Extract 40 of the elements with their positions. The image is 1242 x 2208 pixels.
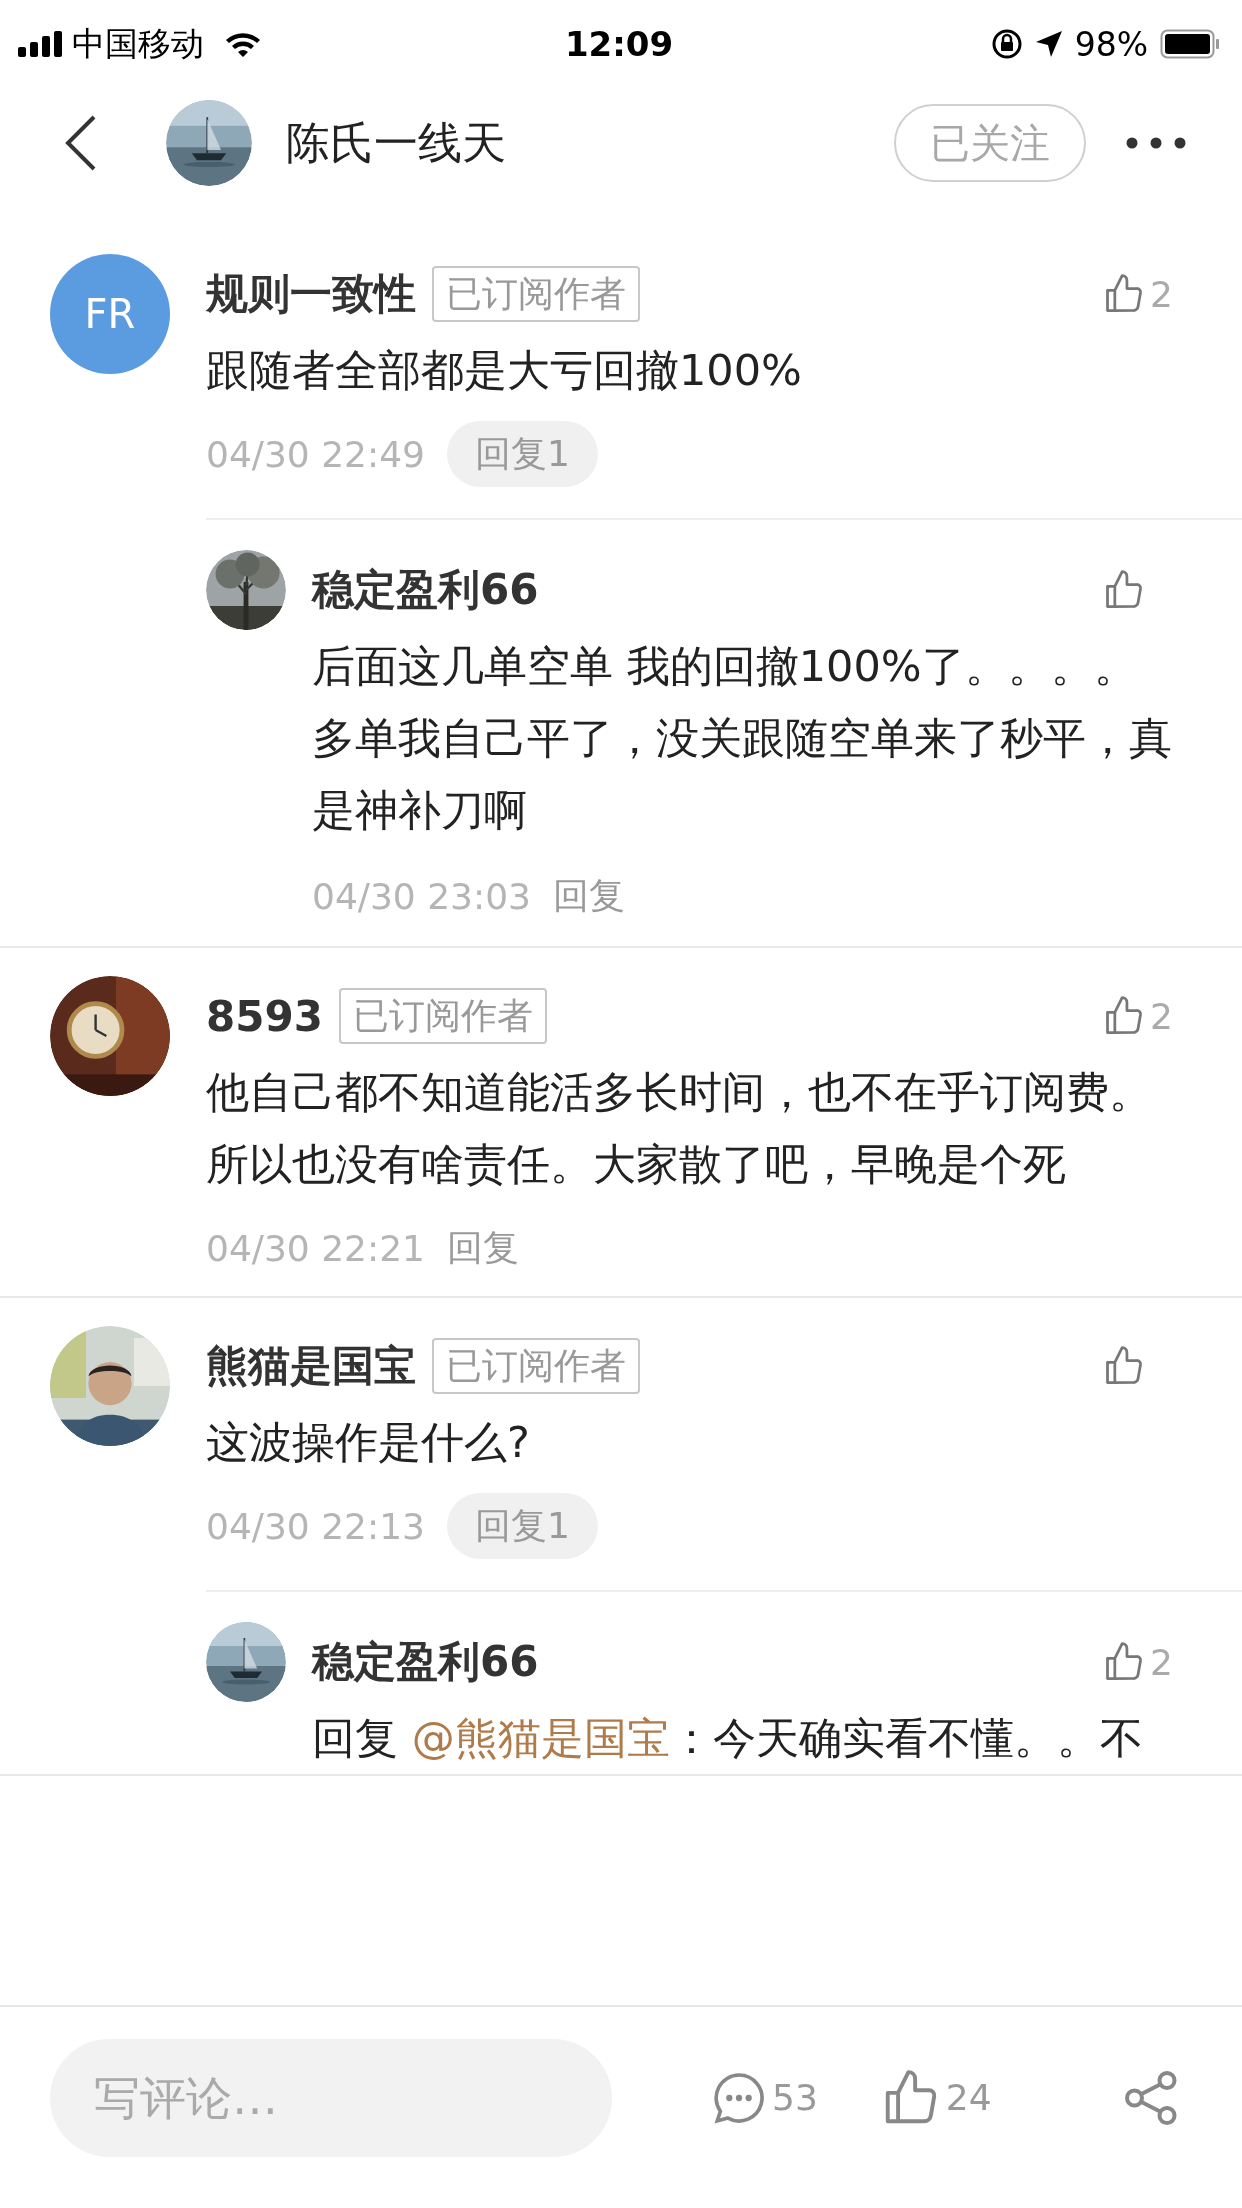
reply-button[interactable]: 回复 (446, 1223, 519, 1273)
more-icon[interactable] (1126, 137, 1186, 149)
comment-count: 53 (772, 2077, 818, 2118)
wifi-icon (224, 30, 262, 58)
follow-button[interactable]: 已关注 (894, 104, 1086, 182)
subscriber-badge: 已订阅作者 (432, 266, 640, 322)
comment-time: 04/30 22:13 (206, 1505, 425, 1547)
comment-text: 跟随者全部都是大亏回撤100% (206, 344, 803, 397)
like-count: 2 (1150, 1641, 1173, 1683)
clock-time: 12:09 (564, 24, 674, 64)
reply-button[interactable]: 回复1 (446, 1493, 598, 1559)
subscriber-badge: 已订阅作者 (432, 1338, 640, 1394)
user-name: 8593 (206, 991, 323, 1041)
user-name: 规则一致性 (206, 268, 416, 320)
subscriber-badge: 已订阅作者 (338, 988, 547, 1044)
like-count: 2 (1150, 273, 1173, 315)
reply-text: 回复 @熊猫是国宝：今天确实看不懂。。不 (312, 1712, 1144, 1765)
reply-button[interactable]: 回复1 (446, 421, 598, 487)
reply-button[interactable]: 回复 (552, 871, 625, 921)
comment-text: 这波操作是什么? (206, 1416, 531, 1469)
comment-time: 04/30 23:03 (312, 875, 531, 917)
user-name: 稳定盈利66 (312, 564, 539, 616)
carrier-name: 中国移动 (72, 22, 204, 65)
signal-icon (18, 31, 62, 57)
comment-time: 04/30 22:49 (206, 433, 425, 475)
battery-icon (1160, 29, 1220, 59)
user-name: 稳定盈利66 (312, 1636, 539, 1688)
reply-text: 后面这几单空单 我的回撤100%了。。。。多单我自己平了，没关跟随空单来了秒平，真是神补刀啊 (312, 640, 1173, 837)
comment-input-field[interactable]: 写评论… (50, 2038, 612, 2157)
user-name: 熊猫是国宝 (206, 1340, 416, 1392)
avatar-initials: FR (50, 254, 170, 374)
mention-link[interactable]: @熊猫是国宝 (411, 1713, 670, 1763)
comment-text: 他自己都不知道能活多长时间，也不在乎订阅费。所以也没有啥责任。大家散了吧，早晚是个死 (206, 1066, 1153, 1191)
comment-time: 04/30 22:21 (206, 1227, 425, 1269)
rotation-lock-icon (990, 28, 1023, 60)
battery-percent: 98% (1074, 24, 1148, 64)
like-count: 24 (945, 2077, 992, 2118)
author-name: 陈氏一线天 (286, 115, 507, 170)
like-count: 2 (1150, 995, 1173, 1037)
location-arrow-icon (1034, 30, 1063, 58)
